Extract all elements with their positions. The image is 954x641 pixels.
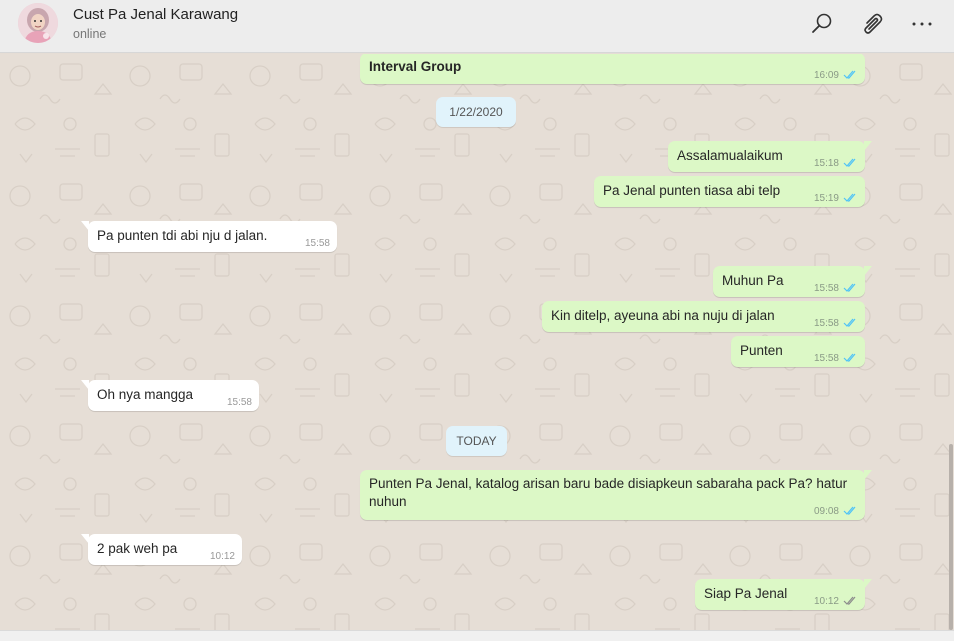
message-time: 15:19: [813, 193, 839, 204]
bubble-tail: [81, 221, 89, 231]
chat-header: Cust Pa Jenal Karawang online: [0, 0, 954, 53]
message-text: Muhun Pa: [722, 273, 784, 288]
message-text: Kin ditelp, ayeuna abi na nuju di jalan: [551, 308, 775, 323]
message-bubble-outgoing[interactable]: Siap Pa Jenal 10:12: [695, 579, 872, 610]
read-ticks-icon: [843, 158, 856, 167]
more-options-icon[interactable]: [909, 11, 935, 37]
message-bubble-incoming[interactable]: Oh nya mangga 15:58: [81, 380, 259, 411]
attach-icon[interactable]: [859, 11, 885, 37]
message-bubble-incoming[interactable]: Pa punten tdi abi nju d jalan. 15:58: [81, 221, 337, 252]
date-separator: 1/22/2020: [436, 97, 516, 127]
message-time: 15:58: [813, 353, 839, 364]
read-ticks-icon: [843, 193, 856, 202]
message-bubble-outgoing[interactable]: Pa Jenal punten tiasa abi telp 15:19: [594, 176, 865, 207]
contact-avatar[interactable]: [18, 3, 58, 43]
message-time: 09:08: [813, 506, 839, 517]
message-time: 15:58: [813, 318, 839, 329]
delivered-ticks-icon: [843, 596, 856, 605]
message-time: 16:09: [813, 70, 839, 81]
chat-messages-pane[interactable]: Interval Group 16:09 1/22/2020 Assalamua…: [0, 54, 954, 630]
message-text: Pa Jenal punten tiasa abi telp: [603, 183, 781, 198]
bubble-tail: [81, 380, 89, 390]
message-time: 15:58: [226, 397, 252, 408]
message-bubble-outgoing[interactable]: Muhun Pa 15:58: [713, 266, 872, 297]
message-text: Oh nya mangga: [97, 387, 194, 402]
message-bubble-outgoing[interactable]: Kin ditelp, ayeuna abi na nuju di jalan …: [542, 301, 865, 332]
read-ticks-icon: [843, 318, 856, 327]
message-text: Punten Pa Jenal, katalog arisan baru bad…: [369, 476, 848, 509]
search-icon[interactable]: [809, 11, 835, 37]
message-bubble-outgoing[interactable]: Interval Group 16:09: [360, 54, 865, 84]
bubble-tail: [81, 534, 89, 544]
chat-scrollbar[interactable]: [949, 444, 953, 630]
message-time: 15:18: [813, 158, 839, 169]
contact-status: online: [73, 27, 107, 41]
bubble-tail: [864, 141, 872, 151]
message-bubble-outgoing[interactable]: Punten Pa Jenal, katalog arisan baru bad…: [360, 470, 872, 520]
read-ticks-icon: [843, 70, 856, 79]
read-ticks-icon: [843, 283, 856, 292]
contact-name[interactable]: Cust Pa Jenal Karawang: [73, 6, 238, 23]
read-ticks-icon: [843, 506, 856, 515]
message-bubble-outgoing[interactable]: Punten 15:58: [731, 336, 865, 367]
message-time: 15:58: [304, 238, 330, 249]
message-text: Punten: [740, 343, 783, 358]
bubble-tail: [864, 579, 872, 589]
message-text: Pa punten tdi abi nju d jalan.: [97, 228, 268, 243]
message-text: Assalamualaikum: [677, 148, 783, 163]
bubble-tail: [864, 470, 872, 480]
message-text: 2 pak weh pa: [97, 541, 178, 556]
message-text: Siap Pa Jenal: [704, 586, 788, 601]
message-bubble-outgoing[interactable]: Assalamualaikum 15:18: [668, 141, 872, 172]
message-time: 10:12: [813, 596, 839, 607]
compose-bar[interactable]: [0, 630, 954, 641]
message-text: Interval Group: [369, 59, 462, 74]
bubble-tail: [864, 266, 872, 276]
message-bubble-incoming[interactable]: 2 pak weh pa 10:12: [81, 534, 242, 565]
message-time: 15:58: [813, 283, 839, 294]
read-ticks-icon: [843, 353, 856, 362]
message-time: 10:12: [209, 551, 235, 562]
date-separator: TODAY: [446, 426, 507, 456]
